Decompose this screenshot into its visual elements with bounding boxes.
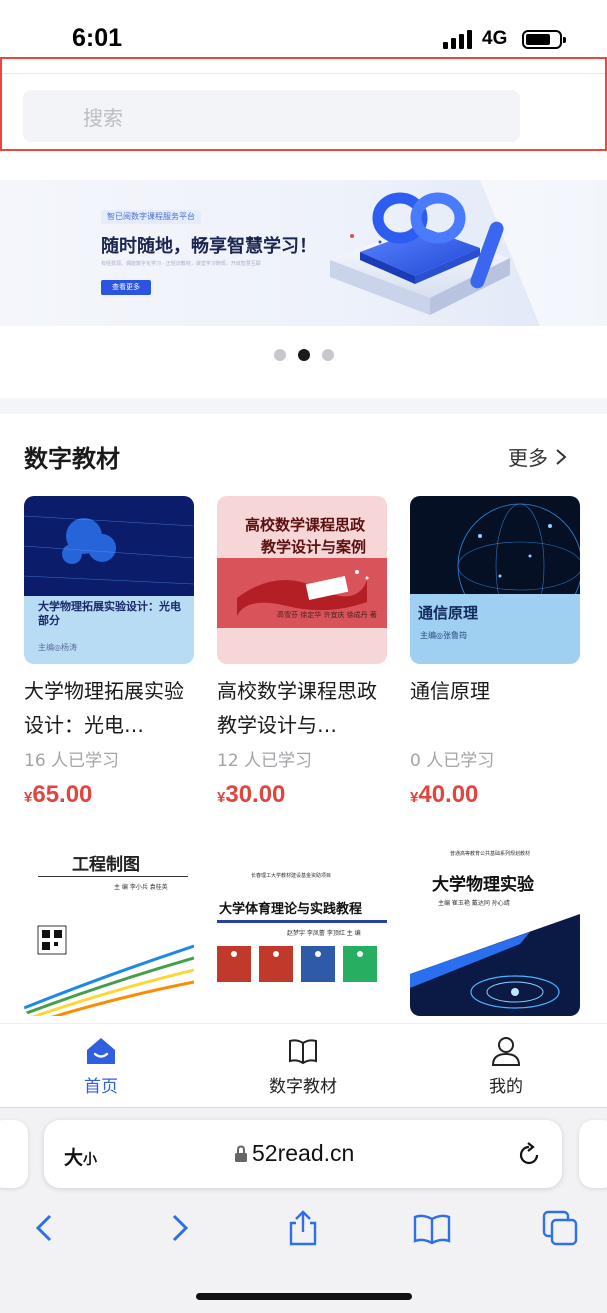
cover-title: 大学物理拓展实验设计：光电部分 (38, 600, 181, 627)
carousel-dots[interactable] (0, 349, 607, 361)
book-title: 大学物理拓展实验设计：光电… (24, 679, 184, 737)
tab-mine[interactable]: 我的 (446, 1036, 566, 1097)
book-cover-image: 长春理工大学教材建设基金资助项目 大学体育理论与实践教程 赵梦宇 李凤蕾 李顶红… (217, 848, 387, 1016)
infinity-platform-illustration (330, 180, 607, 326)
banner-tag: 智已阅数字课程服务平台 (101, 210, 201, 224)
chevron-right-icon (556, 448, 567, 465)
cover-editor: 主编◎杨涛 (38, 643, 77, 652)
status-time: 6:01 (72, 24, 123, 52)
cover-top-line: 长春理工大学教材建设基金资助项目 (251, 873, 332, 879)
browser-toolbar: 大小 52read.cn (0, 1107, 607, 1313)
promo-banner[interactable]: 智已阅数字课程服务平台 随时随地，畅享智慧学习！ 有经费源，偶能数字化学习 · … (0, 180, 607, 326)
cover-editor: 主编 崔玉艳 戴达同 孙心靖 (438, 900, 510, 907)
carousel-dot-active[interactable] (297, 349, 310, 361)
forward-icon[interactable] (158, 1208, 198, 1248)
url-display[interactable]: 52read.cn (234, 1140, 354, 1167)
tabs-icon[interactable] (540, 1208, 580, 1248)
back-icon[interactable] (26, 1208, 66, 1248)
more-label: 更多 (508, 446, 548, 470)
search-input[interactable]: 搜索 (23, 90, 520, 142)
book-card[interactable]: 大学物理拓展实验设计：光电部分 主编◎杨涛 大学物理拓展实验设计：光电… 16 … (24, 496, 194, 816)
book-cover-image: 高校数学课程思政 教学设计与案例 高雪芬 徐定华 许宜庆 徐成丹 著 (217, 496, 387, 664)
bottom-tab-bar: 首页 数字教材 我的 (0, 1023, 607, 1107)
cover-title-line2: 教学设计与案例 (261, 538, 367, 556)
book-title: 通信原理 (410, 679, 490, 703)
search-placeholder: 搜索 (83, 105, 123, 130)
book-card[interactable]: 高校数学课程思政 教学设计与案例 高雪芬 徐定华 许宜庆 徐成丹 著 高校数学课… (217, 496, 387, 816)
book-cover-image: 大学物理拓展实验设计：光电部分 主编◎杨涛 (24, 496, 194, 664)
cover-title: 工程制图 (72, 855, 140, 875)
banner-more-button[interactable]: 查看更多 (101, 280, 151, 295)
bookmarks-icon[interactable] (412, 1208, 452, 1248)
cover-editor: 主编◎张鲁筠 (420, 631, 467, 640)
cover-title: 通信原理 (418, 604, 479, 622)
carousel-dot[interactable] (321, 349, 334, 361)
book-title: 高校数学课程思政教学设计与… (217, 679, 377, 737)
book-card[interactable]: 普通高等教育公共基础系列规划教材 大学物理实验 主编 崔玉艳 戴达同 孙心靖 (410, 848, 580, 1023)
section-divider (0, 398, 607, 414)
learner-count: 16 人已学习 (24, 751, 120, 771)
status-bar: 6:01 4G (0, 0, 607, 62)
reload-icon[interactable] (516, 1142, 542, 1168)
cover-authors: 高雪芬 徐定华 许宜庆 徐成丹 著 (277, 611, 377, 619)
cover-title: 大学体育理论与实践教程 (219, 902, 363, 917)
learner-count: 12 人已学习 (217, 751, 313, 771)
cover-editor: 赵梦宇 李凤蕾 李顶红 主 编 (287, 930, 361, 937)
book-cover-image: 工程制图 主 编 李小兵 袁桂英 (24, 848, 194, 1016)
book-price: ¥65.00 (24, 781, 93, 808)
cover-title-line1: 高校数学课程思政 (245, 516, 366, 534)
tab-digital-textbooks[interactable]: 数字教材 (243, 1036, 363, 1097)
book-price: ¥40.00 (410, 781, 479, 808)
tab-label: 首页 (84, 1077, 118, 1097)
cover-editor: 主 编 李小兵 袁桂英 (114, 884, 168, 891)
book-cover-image: 普通高等教育公共基础系列规划教材 大学物理实验 主编 崔玉艳 戴达同 孙心靖 (410, 848, 580, 1016)
book-price: ¥30.00 (217, 781, 286, 808)
cellular-signal-icon (443, 30, 475, 49)
tab-home[interactable]: 首页 (41, 1036, 161, 1097)
tab-label: 数字教材 (269, 1077, 337, 1097)
lock-icon (235, 1144, 247, 1162)
next-tab-preview[interactable] (579, 1120, 607, 1188)
share-icon[interactable] (283, 1208, 323, 1248)
book-cover-image: 通信原理 主编◎张鲁筠 (410, 496, 580, 664)
cover-title: 大学物理实验 (432, 875, 534, 895)
more-link[interactable]: 更多 (508, 442, 568, 471)
person-icon (491, 1037, 521, 1066)
section-title: 数字教材 (24, 445, 120, 473)
book-card[interactable]: 通信原理 主编◎张鲁筠 通信原理 0 人已学习 ¥40.00 (410, 496, 580, 816)
home-icon (87, 1038, 115, 1064)
text-size-button[interactable]: 大小 (64, 1143, 97, 1170)
url-text: 52read.cn (252, 1140, 355, 1166)
address-bar[interactable]: 大小 52read.cn (44, 1120, 562, 1188)
book-card[interactable]: 工程制图 主 编 李小兵 袁桂英 (24, 848, 194, 1023)
carousel-dot[interactable] (273, 349, 286, 361)
network-type: 4G (482, 28, 508, 49)
previous-tab-preview[interactable] (0, 1120, 28, 1188)
home-indicator (196, 1293, 412, 1300)
battery-icon (522, 30, 566, 49)
book-icon (289, 1039, 317, 1065)
banner-headline: 随时随地，畅享智慧学习！ (101, 236, 317, 257)
learner-count: 0 人已学习 (410, 751, 495, 771)
search-section: 搜索 (0, 57, 607, 151)
banner-subtext: 有经费源，偶能数字化学习 · 正轻识教材，课堂学习随现，开启智慧互联 (101, 261, 261, 267)
book-card[interactable]: 长春理工大学教材建设基金资助项目 大学体育理论与实践教程 赵梦宇 李凤蕾 李顶红… (217, 848, 387, 1023)
cover-top-line: 普通高等教育公共基础系列规划教材 (450, 851, 531, 857)
tab-label: 我的 (489, 1077, 523, 1097)
